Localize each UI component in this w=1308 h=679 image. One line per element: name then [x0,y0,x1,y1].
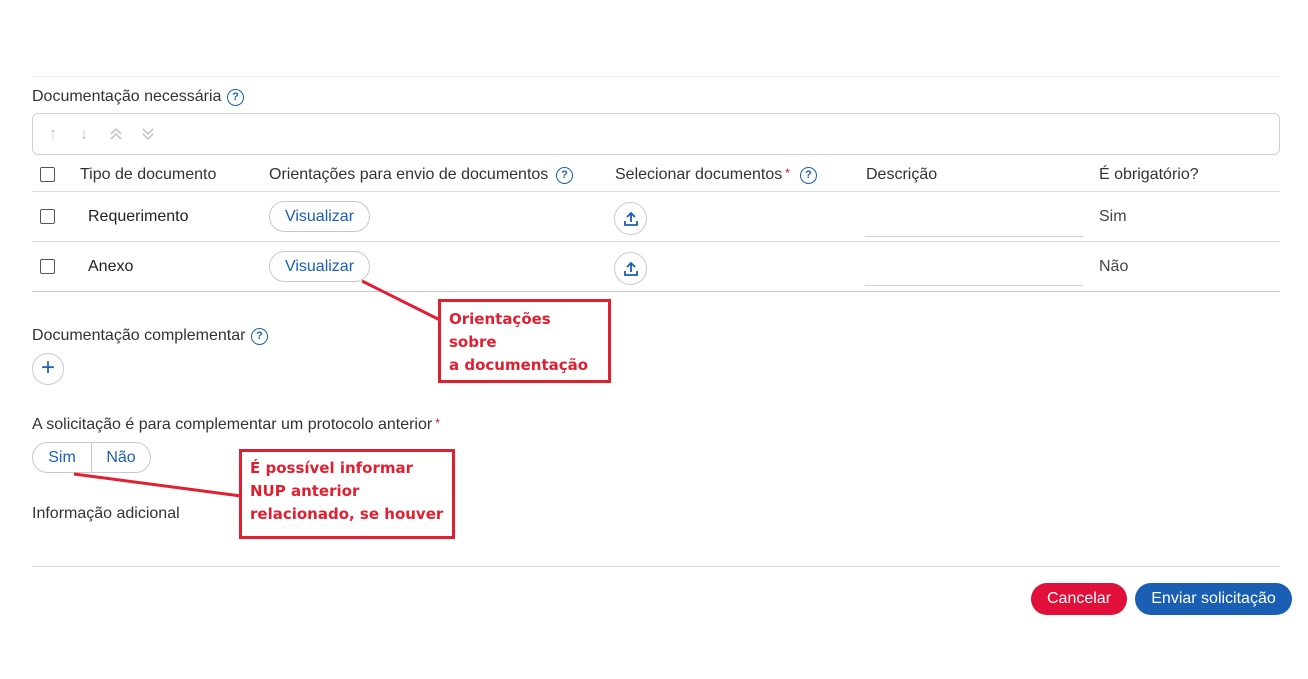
protocolo-anterior-text: A solicitação é para complementar um pro… [32,416,433,433]
description-field[interactable] [865,285,1083,286]
annotation-text: relacionado, se houver [250,505,444,523]
row-checkbox[interactable] [40,209,55,224]
section-title-documentacao-complementar: Documentação complementar [32,327,246,344]
submit-button[interactable]: Enviar solicitação [1135,583,1292,615]
question-circle-icon[interactable]: ? [251,328,268,345]
required-asterisk: * [785,166,790,180]
select-all-checkbox[interactable] [40,167,55,182]
arrow-up-icon[interactable]: ↑ [42,123,64,145]
visualizar-button[interactable]: Visualizar [269,201,370,232]
reorder-toolbar: ↑ ↓ [32,113,1280,155]
question-circle-icon[interactable]: ? [227,89,244,106]
footer-divider [32,566,1280,567]
question-circle-icon[interactable]: ? [556,167,573,184]
column-header-descricao: Descrição [866,166,938,183]
protocolo-anterior-toggle: Sim Não [32,442,151,473]
table-cell-tipo: Requerimento [88,208,189,225]
protocolo-anterior-label: A solicitação é para complementar um pro… [32,416,440,434]
table-header-divider [32,191,1280,192]
table-cell-obrigatorio: Sim [1099,208,1127,225]
table-row-divider [32,241,1280,242]
top-divider [32,76,1280,77]
arrow-down-icon[interactable]: ↓ [73,123,95,145]
question-circle-icon[interactable]: ? [800,167,817,184]
column-header-selecionar: Selecionar documentos * [615,166,790,184]
column-header-tipo: Tipo de documento [80,166,217,183]
double-arrow-up-icon[interactable] [105,123,127,145]
required-asterisk: * [435,416,440,430]
section-title-documentacao-necessaria: Documentação necessária [32,88,222,105]
table-cell-obrigatorio: Não [1099,258,1129,275]
column-header-orientacoes: Orientações para envio de documentos [269,166,549,183]
annotation-text: NUP anterior [250,482,360,500]
informacao-adicional-label: Informação adicional [32,505,180,522]
annotation-callout-nup: É possível informar NUP anterior relacio… [239,449,455,539]
double-arrow-down-icon[interactable] [137,123,159,145]
add-document-button[interactable]: + [32,353,64,385]
table-cell-tipo: Anexo [88,258,134,275]
column-header-selecionar-label: Selecionar documentos [615,166,783,183]
plus-icon: + [40,354,55,381]
cancel-button[interactable]: Cancelar [1031,583,1127,615]
description-field[interactable] [865,236,1083,237]
annotation-text: É possível informar [250,459,414,477]
option-sim[interactable]: Sim [33,443,91,472]
row-checkbox[interactable] [40,259,55,274]
visualizar-button[interactable]: Visualizar [269,251,370,282]
annotation-callout-orientacoes: Orientações sobre a documentação [438,299,611,383]
upload-button[interactable] [614,252,647,285]
annotation-text: Orientações sobre [449,310,551,351]
upload-icon [624,261,638,276]
column-header-obrigatorio: É obrigatório? [1099,166,1199,183]
option-nao[interactable]: Não [92,443,150,472]
annotation-text: a documentação [449,356,589,374]
upload-icon [624,211,638,226]
annotation-line-orientacoes [361,279,441,322]
table-bottom-divider [32,291,1280,292]
upload-button[interactable] [614,202,647,235]
annotation-line-nup [73,472,242,498]
